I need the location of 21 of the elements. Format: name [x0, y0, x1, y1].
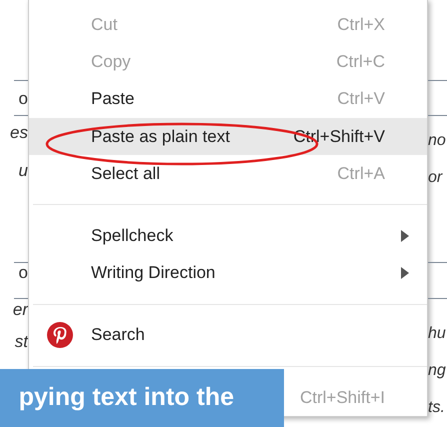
text-fragment: or	[428, 168, 442, 188]
text-fragment: no	[428, 130, 446, 151]
caption-banner: pying text into the	[0, 369, 284, 427]
text-fragment: hu	[428, 324, 446, 344]
text-fragment: u	[18, 160, 28, 182]
text-fragment: o	[18, 262, 28, 284]
text-fragment: st	[14, 331, 28, 354]
menu-item[interactable]: Search	[29, 316, 427, 354]
menu-item[interactable]: Select all Ctrl+A	[29, 155, 427, 192]
menu-item[interactable]: Writing Direction	[29, 254, 427, 292]
text-fragment: ng	[428, 360, 446, 381]
shortcut-text: Ctrl+Shift+I	[300, 386, 385, 409]
text-fragment: o	[18, 88, 28, 110]
text-fragment: es	[10, 122, 28, 144]
menu-item[interactable]: Spellcheck	[29, 217, 427, 254]
menu-item[interactable]: Paste Ctrl+V	[29, 80, 427, 118]
submenu-arrow-icon	[401, 267, 409, 280]
text-fragment: ts.	[428, 398, 445, 418]
text-fragment: er	[12, 299, 28, 322]
submenu-arrow-icon	[401, 230, 409, 242]
pin-logo-icon	[46, 321, 74, 350]
